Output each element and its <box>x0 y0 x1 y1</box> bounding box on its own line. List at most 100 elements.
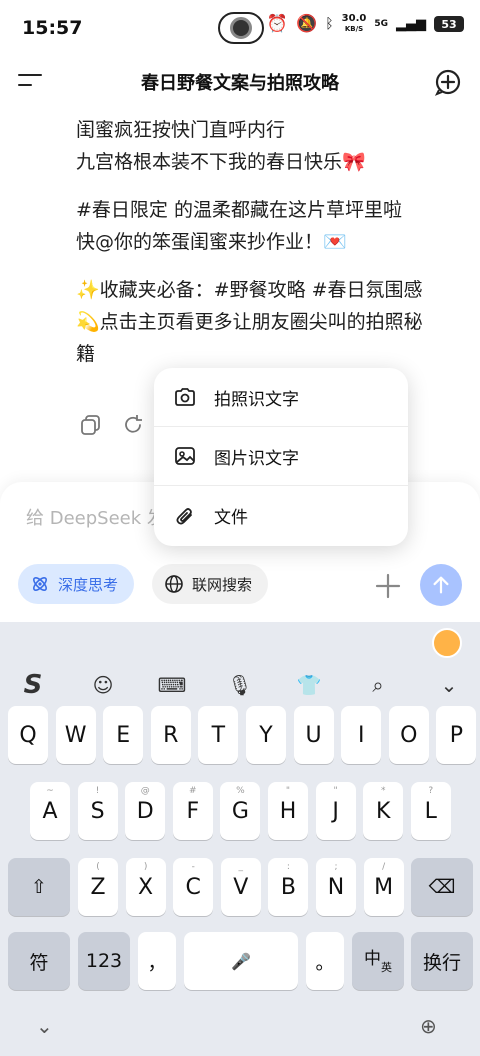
key-z[interactable]: (Z <box>78 858 118 916</box>
keyboard: S ☺ ⌨ 🎙 👕 ⌕ ⌄ Q W E R T Y U I O P ~ A! S @ D # F% G " H " J * K… <box>0 622 480 1056</box>
key-x[interactable]: ) X <box>125 858 166 916</box>
key-n[interactable]: ; N <box>316 858 356 916</box>
key-label: G <box>231 798 249 824</box>
key-label: N <box>327 874 345 900</box>
bluetooth-icon: ᛒ <box>325 16 334 32</box>
backspace-key[interactable]: ⌫ <box>411 858 473 916</box>
status-time: 15:57 <box>22 17 83 39</box>
key-label: H <box>279 798 297 824</box>
key-v[interactable]: _ V <box>220 858 261 916</box>
key-m[interactable]: / M <box>363 858 404 916</box>
menu-item-label: 图片识文字 <box>214 448 299 469</box>
key-label: B <box>280 874 296 900</box>
menu-item-photo-ocr[interactable]: 拍照识文字 <box>154 368 408 427</box>
key-alt-label: # <box>189 786 197 796</box>
sogou-logo-icon[interactable]: S <box>18 670 48 700</box>
lang-main: 中 <box>364 948 381 969</box>
key-d[interactable]: @ D <box>125 782 166 840</box>
key-h[interactable]: " H <box>268 782 308 840</box>
arrow-up-icon <box>433 576 449 594</box>
key-w[interactable]: W <box>55 706 96 764</box>
message-input[interactable]: 给 DeepSeek 发 <box>26 504 165 530</box>
collapse-chevron-icon[interactable]: ⌄ <box>434 670 464 700</box>
key-alt-label: ) <box>143 862 148 872</box>
message-line: #春日限定 的温柔都藏在这片草坪里啦 <box>76 199 402 221</box>
chat-header: 春日野餐文案与拍照攻略 <box>0 56 480 108</box>
key-g[interactable]: % G <box>220 782 261 840</box>
keyboard-icon[interactable]: ⌨ <box>157 670 187 700</box>
deep-think-button[interactable]: 深度思考 <box>18 564 135 604</box>
symbol-key[interactable]: 符 <box>8 932 70 990</box>
keyboard-mascot-icon[interactable] <box>432 628 462 658</box>
signal-label: 5G <box>374 19 388 29</box>
signal-icon: ▂▄▆ <box>396 16 426 32</box>
period-key[interactable]: 。 <box>306 932 344 990</box>
key-a[interactable]: ~ A <box>30 782 70 840</box>
key-alt-label: @ <box>140 786 150 796</box>
new-chat-button[interactable] <box>434 68 462 96</box>
net-speed: 30.0 KB/S <box>341 13 367 34</box>
menu-icon <box>18 74 42 76</box>
key-alt-label: " <box>333 786 338 796</box>
emoji-icon[interactable]: ☺ <box>88 670 118 700</box>
number-key[interactable]: 123 <box>78 932 130 990</box>
globe-language-icon[interactable]: ⊕ <box>420 1014 437 1038</box>
search-icon[interactable]: ⌕ <box>363 670 393 700</box>
enter-key[interactable]: 换行 <box>411 932 473 990</box>
page-title: 春日野餐文案与拍照攻略 <box>141 73 339 94</box>
language-switch-key[interactable]: 中 英 <box>352 932 404 990</box>
key-label: A <box>42 798 58 824</box>
regenerate-icon[interactable] <box>122 414 144 436</box>
key-l[interactable]: ? L <box>410 782 451 840</box>
key-alt-label: ! <box>95 786 100 796</box>
key-e[interactable]: E <box>103 706 144 764</box>
key-s[interactable]: ! S <box>77 782 118 840</box>
key-label: K <box>375 798 391 824</box>
send-button[interactable] <box>420 564 462 606</box>
menu-button[interactable] <box>18 70 46 94</box>
key-label: X <box>138 874 154 900</box>
key-o[interactable]: O <box>388 706 429 764</box>
web-search-button[interactable]: 联网搜索 <box>152 564 269 604</box>
key-b[interactable]: :B <box>268 858 309 916</box>
key-label: D <box>136 798 154 824</box>
status-icons: ⏰ 🔕 ᛒ 30.0 KB/S 5G ▂▄▆ 53 <box>267 14 464 34</box>
hide-keyboard-icon[interactable]: ⌄ <box>36 1014 53 1038</box>
key-alt-label: * <box>380 786 386 796</box>
space-mic-icon: 🎤 <box>231 951 251 971</box>
attach-plus-button[interactable] <box>374 572 402 600</box>
space-key[interactable]: 🎤 <box>184 932 298 990</box>
message-paragraph: ✨收藏夹必备：#野餐攻略 #春日氛围感 💫点击主页看更多让朋友圈尖叫的拍照秘 籍 <box>76 274 466 370</box>
key-label: S <box>90 798 105 824</box>
key-r[interactable]: R <box>150 706 191 764</box>
key-label: F <box>186 798 200 824</box>
key-t[interactable]: T <box>198 706 239 764</box>
status-bar: 15:57 ⏰ 🔕 ᛒ 30.0 KB/S 5G ▂▄▆ 53 <box>0 0 480 56</box>
key-j[interactable]: " J <box>315 782 356 840</box>
copy-icon[interactable] <box>80 414 102 436</box>
attachment-menu: 拍照识文字 图片识文字 文件 <box>154 368 408 546</box>
comma-key[interactable]: ， <box>138 932 176 990</box>
skin-icon[interactable]: 👕 <box>294 670 324 700</box>
web-search-label: 联网搜索 <box>192 575 253 594</box>
key-c[interactable]: -C <box>173 858 214 916</box>
message-line: 闺蜜疯狂按快门直呼内行 <box>76 119 286 141</box>
key-i[interactable]: I <box>341 706 382 764</box>
key-alt-label: : <box>286 862 290 872</box>
key-f[interactable]: # F <box>172 782 213 840</box>
key-alt-label: _ <box>238 862 244 872</box>
menu-item-file[interactable]: 文件 <box>154 486 408 545</box>
message-line: 九宫格根本装不下我的春日快乐🎀 <box>76 151 366 173</box>
key-y[interactable]: Y <box>246 706 286 764</box>
shift-key[interactable]: ⇧ <box>8 858 70 916</box>
key-u[interactable]: U <box>293 706 334 764</box>
key-alt-label: " <box>285 786 291 796</box>
key-alt-label: ~ <box>46 786 54 796</box>
key-q[interactable]: Q <box>8 706 48 764</box>
key-alt-label: / <box>382 862 386 872</box>
mute-icon: 🔕 <box>296 13 318 34</box>
menu-item-image-ocr[interactable]: 图片识文字 <box>154 427 408 486</box>
key-p[interactable]: P <box>436 706 477 764</box>
key-k[interactable]: * K <box>363 782 404 840</box>
microphone-icon[interactable]: 🎙 <box>225 670 255 700</box>
